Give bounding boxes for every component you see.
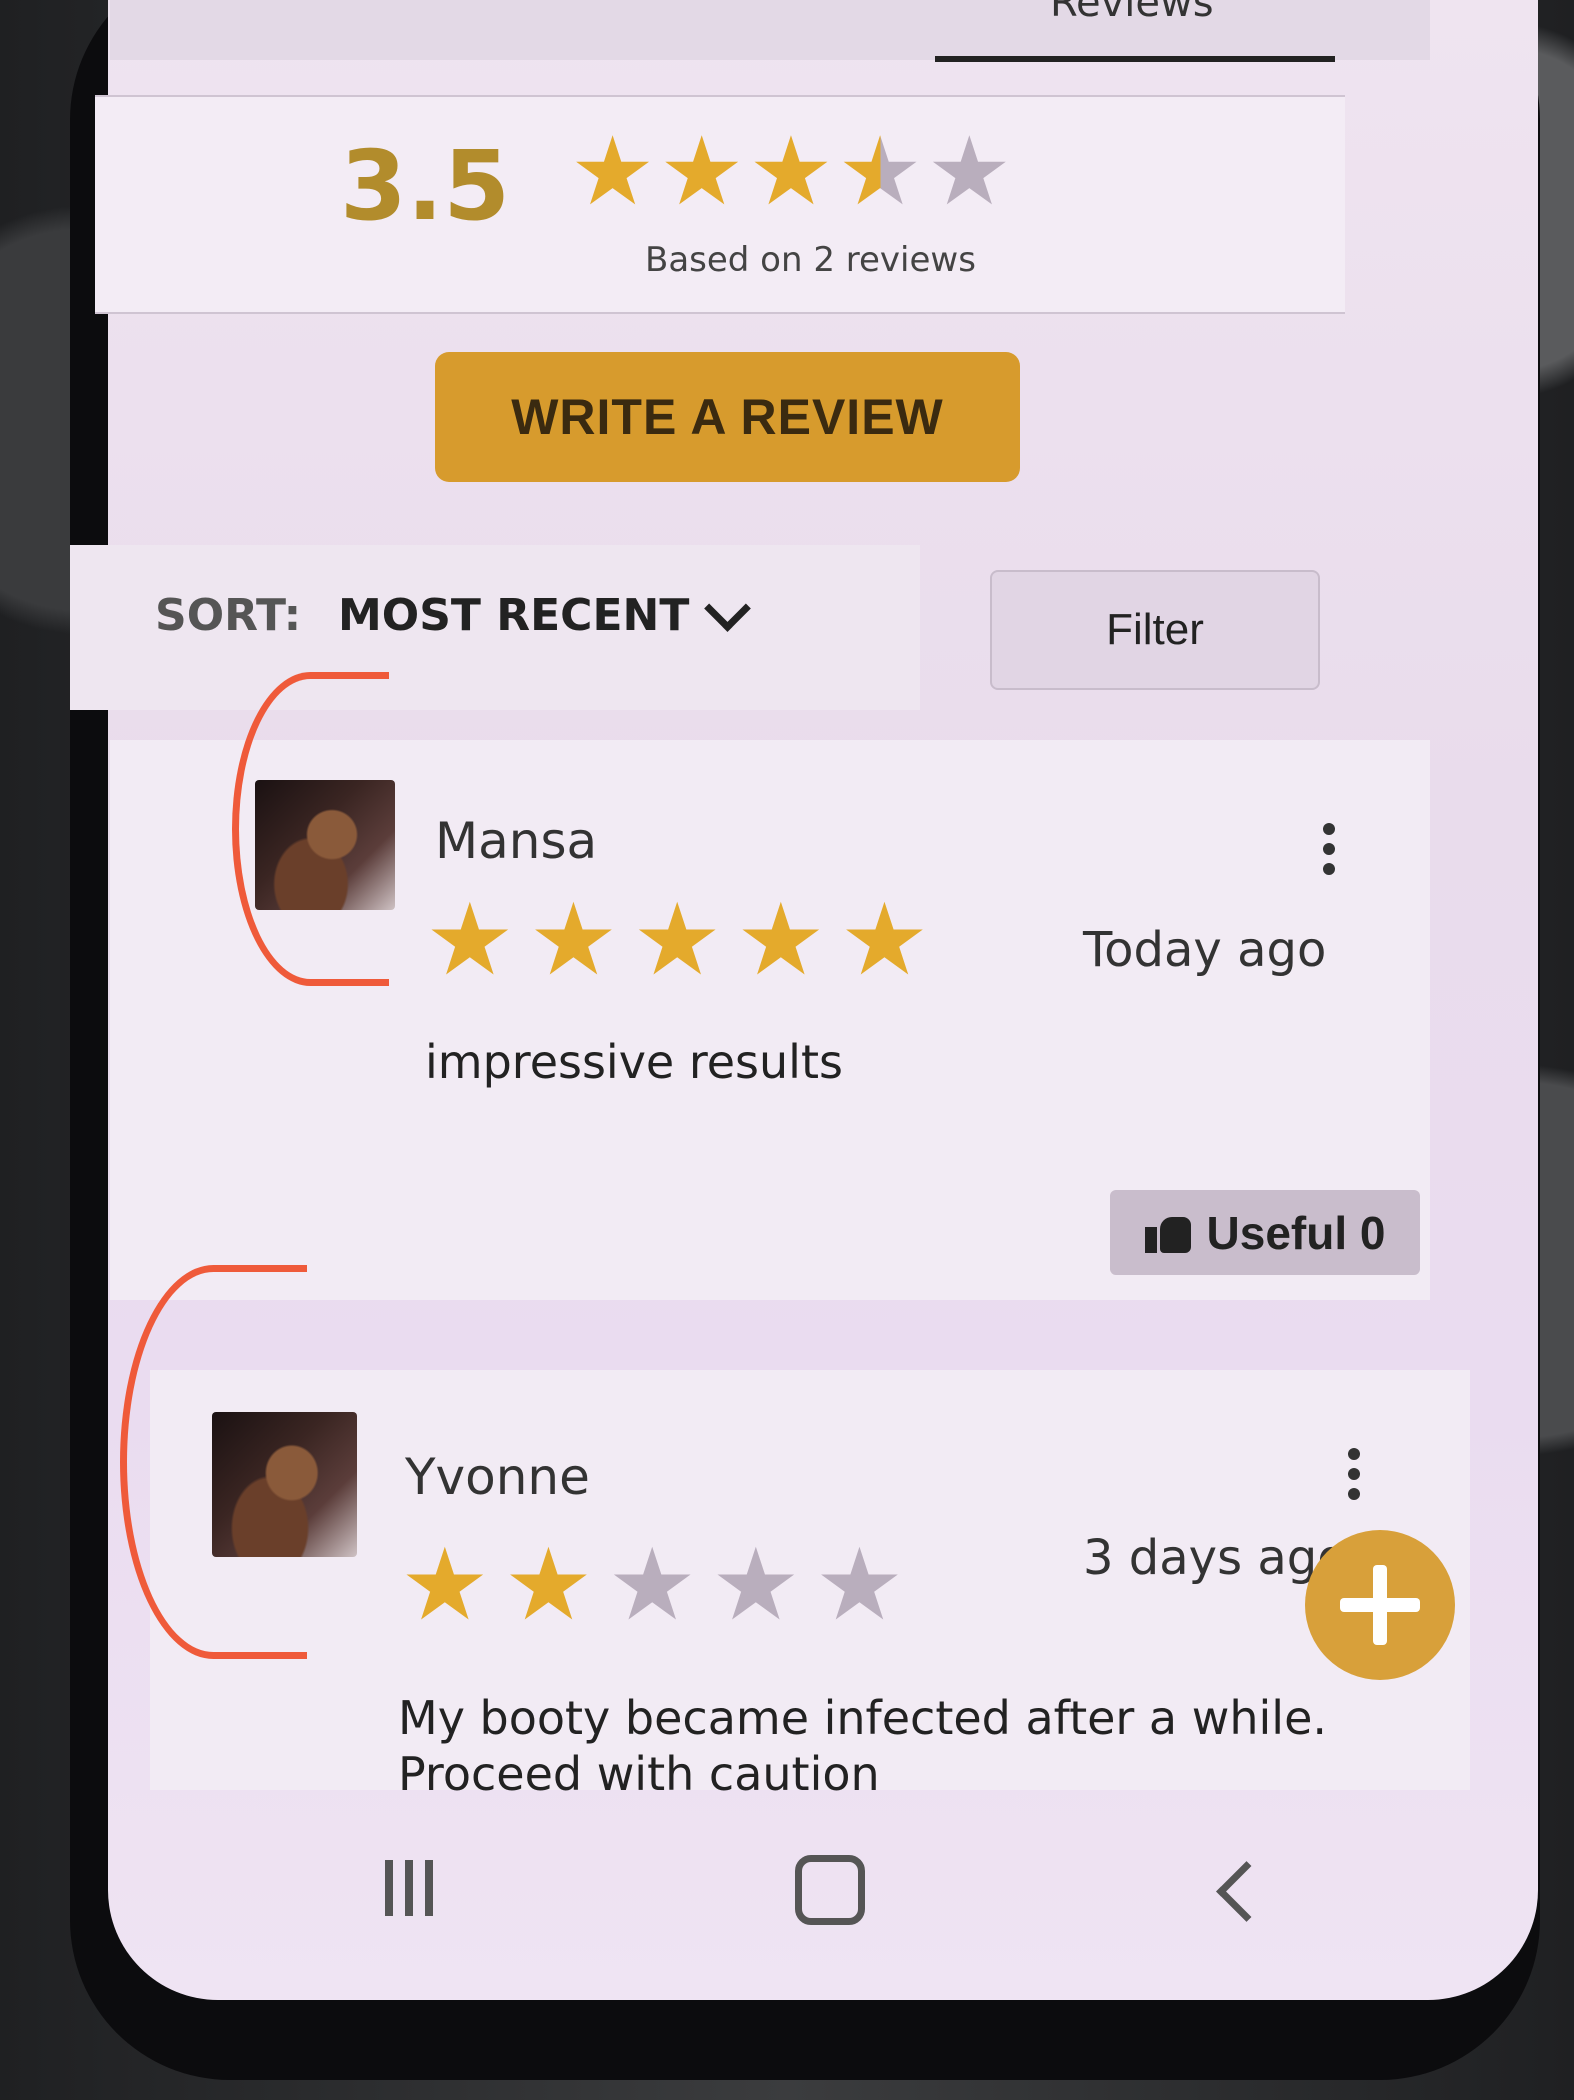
star-icon: ★ xyxy=(632,881,722,998)
sort-value: MOST RECENT xyxy=(338,590,690,641)
review-stars: ★ ★ ★ ★ ★ xyxy=(400,1535,904,1635)
average-rating: 3.5 xyxy=(340,130,511,242)
star-icon: ★ xyxy=(710,1526,801,1643)
star-icon: ★ xyxy=(607,1526,697,1643)
average-stars: ★ ★ ★ ★ ★ xyxy=(570,125,1012,220)
useful-label: Useful 0 xyxy=(1206,1206,1386,1259)
annotation-mark xyxy=(232,672,389,986)
star-icon: ★ xyxy=(839,881,930,998)
star-icon: ★ xyxy=(659,117,745,227)
reviewer-name: Yvonne xyxy=(405,1448,590,1506)
tab-bar xyxy=(110,0,1430,60)
home-icon[interactable] xyxy=(795,1855,865,1925)
review-count: Based on 2 reviews xyxy=(645,240,976,280)
add-review-fab[interactable] xyxy=(1305,1530,1455,1680)
star-icon: ★ xyxy=(570,117,656,227)
thumbs-up-icon xyxy=(1144,1213,1191,1253)
half-star-icon: ★ xyxy=(837,117,923,227)
star-icon: ★ xyxy=(748,117,834,227)
more-vertical-icon[interactable] xyxy=(1348,1440,1362,1508)
star-icon: ★ xyxy=(814,1526,905,1643)
star-icon: ★ xyxy=(735,881,826,998)
star-icon: ★ xyxy=(400,1526,490,1643)
review-text: impressive results xyxy=(425,1035,843,1089)
review-stars: ★ ★ ★ ★ ★ xyxy=(425,890,929,990)
sort-dropdown[interactable]: MOST RECENT xyxy=(338,585,752,641)
review-time: 3 days ago xyxy=(1083,1530,1347,1586)
useful-button[interactable]: Useful 0 xyxy=(1110,1190,1420,1275)
reviewer-name: Mansa xyxy=(435,812,598,870)
tab-reviews[interactable]: Reviews xyxy=(1050,0,1214,26)
star-icon: ★ xyxy=(503,1526,594,1643)
star-icon: ★ xyxy=(528,881,619,998)
tab-active-indicator xyxy=(935,56,1335,62)
sort-label: SORT: xyxy=(155,590,302,641)
star-icon: ★ xyxy=(425,881,515,998)
recents-icon[interactable] xyxy=(385,1860,433,1916)
review-text: My booty became infected after a while. … xyxy=(398,1691,1328,1796)
star-icon: ★ xyxy=(926,117,1012,227)
write-review-button[interactable]: WRITE A REVIEW xyxy=(435,352,1020,482)
chevron-down-icon xyxy=(704,585,752,632)
filter-button[interactable]: Filter xyxy=(990,570,1320,690)
review-time: Today ago xyxy=(1083,922,1327,978)
more-vertical-icon[interactable] xyxy=(1323,815,1337,883)
annotation-mark xyxy=(120,1265,307,1659)
